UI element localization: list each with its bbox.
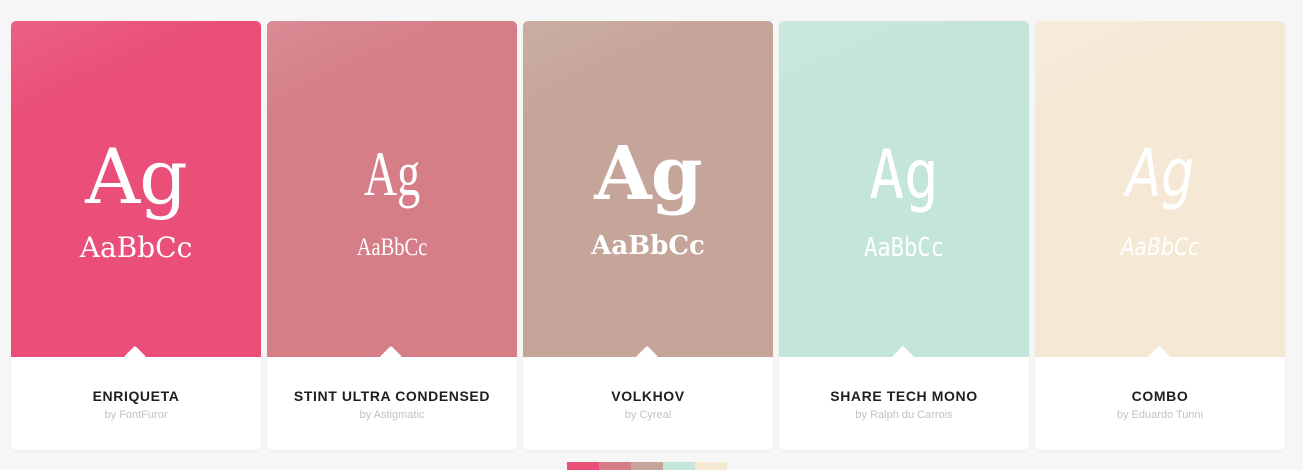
font-sample-small: AaBbCc xyxy=(591,231,705,261)
font-sample-large: Ag xyxy=(85,132,188,221)
font-color-swatch: Ag AaBbCc xyxy=(267,21,517,357)
palette-swatch xyxy=(663,462,695,470)
font-color-swatch: Ag AaBbCc xyxy=(523,21,773,357)
font-name: VOLKHOV xyxy=(611,388,685,404)
color-palette-strip xyxy=(567,462,727,470)
font-sample-small: AaBbCc xyxy=(864,233,944,263)
font-color-swatch: Ag AaBbCc xyxy=(11,21,261,357)
font-author: by Ralph du Carrois xyxy=(855,409,953,421)
font-card-volkhov[interactable]: Ag AaBbCc VOLKHOV by Cyreal xyxy=(523,21,773,450)
font-card-share-tech-mono[interactable]: Ag AaBbCc SHARE TECH MONO by Ralph du Ca… xyxy=(779,21,1029,450)
font-name: COMBO xyxy=(1131,388,1189,404)
palette-swatch xyxy=(567,462,599,470)
palette-swatch xyxy=(695,462,727,470)
palette-swatch xyxy=(631,462,663,470)
font-author: by Eduardo Tunni xyxy=(1116,409,1204,421)
font-name: STINT ULTRA CONDENSED xyxy=(293,388,491,404)
palette-swatch xyxy=(599,462,631,470)
font-sample-large: Ag xyxy=(869,136,939,215)
font-sample-small: AaBbCc xyxy=(356,234,428,261)
font-name: ENRIQUETA xyxy=(92,388,180,404)
font-color-swatch: Ag AaBbCc xyxy=(779,21,1029,357)
font-name: SHARE TECH MONO xyxy=(830,388,978,404)
font-sample-small: AaBbCc xyxy=(79,231,193,264)
font-author: by FontFuror xyxy=(104,409,168,421)
font-sample-large: Ag xyxy=(1126,135,1194,212)
font-card-stint-ultra-condensed[interactable]: Ag AaBbCc STINT ULTRA CONDENSED by Astig… xyxy=(267,21,517,450)
font-card-combo[interactable]: Ag AaBbCc COMBO by Eduardo Tunni xyxy=(1035,21,1285,450)
font-card-enriqueta[interactable]: Ag AaBbCc ENRIQUETA by FontFuror xyxy=(11,21,261,450)
font-author: by Astigmatic xyxy=(359,409,425,421)
font-sample-small: AaBbCc xyxy=(1120,233,1200,261)
font-author: by Cyreal xyxy=(624,409,672,421)
font-color-swatch: Ag AaBbCc xyxy=(1035,21,1285,357)
font-sample-large: Ag xyxy=(594,131,702,217)
font-sample-large: Ag xyxy=(363,138,421,209)
